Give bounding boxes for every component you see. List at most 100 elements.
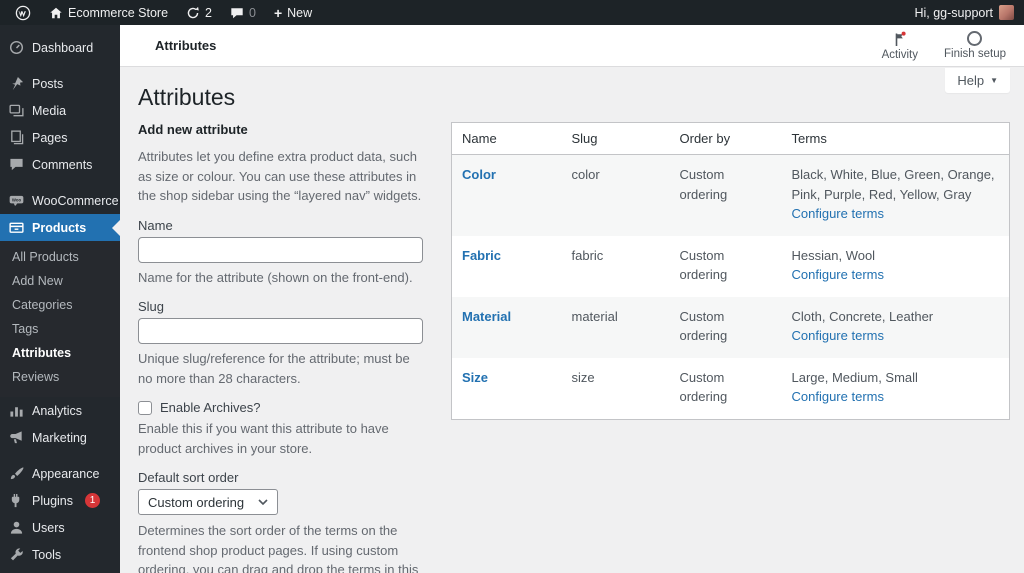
sidebar-item-products[interactable]: Products (0, 214, 120, 241)
activity-button[interactable]: Activity (882, 31, 918, 61)
site-name: Ecommerce Store (68, 5, 169, 20)
updates-count: 2 (205, 5, 212, 20)
sidebar-item-comments[interactable]: Comments (0, 151, 120, 178)
admin-menu: Dashboard Posts Media Pages Comments Woo… (0, 25, 120, 573)
activity-flag-icon (895, 31, 906, 46)
sidebar-item-media[interactable]: Media (0, 97, 120, 124)
archives-help: Enable this if you want this attribute t… (138, 421, 389, 456)
attributes-table: Name Slug Order by Terms Color color Cus… (451, 122, 1010, 420)
updates-indicator[interactable]: 2 (179, 0, 219, 25)
sidebar-item-woocommerce[interactable]: Woo WooCommerce (0, 187, 120, 214)
finish-setup-button[interactable]: Finish setup (944, 30, 1006, 61)
comments-indicator[interactable]: 0 (223, 0, 263, 25)
caret-down-icon: ▼ (990, 76, 998, 85)
sidebar-item-pages[interactable]: Pages (0, 124, 120, 151)
configure-terms-link[interactable]: Configure terms (792, 204, 884, 224)
admin-bar-account[interactable]: Hi, gg-support (914, 5, 1024, 20)
terms-list: Black, White, Blue, Green, Orange, Pink,… (791, 167, 995, 202)
attribute-link[interactable]: Size (462, 370, 488, 385)
admin-bar-left: Ecommerce Store 2 0 + New (0, 0, 914, 25)
attribute-link[interactable]: Material (462, 309, 511, 324)
wordpress-logo-icon[interactable] (8, 0, 38, 25)
attribute-name-input[interactable] (138, 236, 423, 263)
slug-help: Unique slug/reference for the attribute;… (138, 351, 410, 386)
orderby-cell: Custom ordering (679, 167, 728, 202)
setup-progress-ring-icon (967, 30, 983, 46)
enable-archives-label: Enable Archives? (160, 400, 261, 415)
enable-archives-checkbox[interactable] (138, 400, 152, 415)
wrench-icon (10, 548, 23, 561)
table-header-row: Name Slug Order by Terms (451, 122, 1010, 155)
configure-terms-link[interactable]: Configure terms (792, 265, 884, 285)
attribute-link[interactable]: Fabric (462, 248, 501, 263)
sidebar-item-add-new[interactable]: Add New (0, 269, 120, 293)
plugin-icon (11, 493, 20, 508)
brush-icon (10, 467, 24, 480)
slug-cell: fabric (571, 247, 604, 263)
col-header-orderby: Order by (669, 122, 782, 155)
enable-archives-row: Enable Archives? (138, 400, 423, 415)
table-row: Fabric fabric Custom ordering Hessian, W… (452, 236, 1010, 297)
sidebar-item-attributes[interactable]: Attributes (0, 341, 120, 365)
site-menu[interactable]: Ecommerce Store (42, 0, 175, 25)
configure-terms-link[interactable]: Configure terms (792, 326, 884, 346)
slug-cell: material (571, 308, 618, 324)
woocommerce-header: Attributes Activity Finish setup (120, 25, 1024, 67)
media-icon (9, 104, 24, 117)
sidebar-item-appearance[interactable]: Appearance (0, 460, 120, 487)
user-icon (10, 521, 23, 534)
sidebar-item-marketing[interactable]: Marketing (0, 424, 120, 451)
terms-cell: Black, White, Blue, Green, Orange, Pink,… (782, 155, 1010, 236)
orderby-cell: Custom ordering (679, 308, 728, 344)
home-icon (50, 7, 62, 18)
admin-sidebar: Dashboard Posts Media Pages Comments Woo… (0, 25, 120, 573)
attributes-table-wrap: Name Slug Order by Terms Color color Cus… (451, 122, 1010, 420)
help-tab[interactable]: Help ▼ (945, 68, 1010, 93)
table-row: Material material Custom ordering Cloth,… (451, 296, 1010, 358)
comments-icon (10, 158, 23, 171)
sidebar-item-plugins[interactable]: Plugins 1 (0, 487, 120, 514)
breadcrumb: Attributes (155, 38, 217, 53)
svg-text:Woo: Woo (12, 197, 22, 202)
configure-terms-link[interactable]: Configure terms (792, 387, 884, 407)
sidebar-item-reviews[interactable]: Reviews (0, 365, 120, 389)
sidebar-item-analytics[interactable]: Analytics (0, 397, 120, 424)
sidebar-item-tools[interactable]: Tools (0, 541, 120, 568)
terms-cell: Cloth, Concrete, Leather Configure terms (782, 297, 1010, 358)
sidebar-item-users[interactable]: Users (0, 514, 120, 541)
new-label: New (287, 5, 313, 20)
terms-list: Hessian, Wool (791, 247, 876, 263)
header-actions: Activity Finish setup (882, 30, 1006, 61)
terms-cell: Hessian, Wool Configure terms (782, 236, 1010, 297)
sidebar-item-settings[interactable]: Settings (0, 568, 120, 573)
admin-bar: Ecommerce Store 2 0 + New Hi, gg-support (0, 0, 1024, 25)
dashboard-icon (9, 40, 24, 55)
sidebar-item-all-products[interactable]: All Products (0, 245, 120, 269)
terms-list: Cloth, Concrete, Leather (791, 308, 934, 324)
chevron-down-icon (258, 499, 268, 505)
sidebar-item-posts[interactable]: Posts (0, 70, 120, 97)
col-header-slug: Slug (561, 122, 670, 155)
form-heading: Add new attribute (138, 122, 248, 137)
analytics-icon (10, 407, 23, 417)
sort-order-select[interactable]: Custom ordering (138, 489, 279, 515)
sort-order-label: Default sort order (138, 470, 239, 485)
slug-cell: color (571, 167, 600, 182)
megaphone-icon (10, 431, 22, 444)
col-header-name: Name (451, 122, 562, 155)
sidebar-item-dashboard[interactable]: Dashboard (0, 34, 120, 61)
current-menu-arrow (112, 219, 120, 236)
content-area: Attributes Activity Finish setup Help ▼ … (120, 0, 1024, 573)
new-content-button[interactable]: + New (267, 0, 319, 25)
sidebar-item-categories[interactable]: Categories (0, 293, 120, 317)
products-icon (9, 222, 24, 233)
attribute-link[interactable]: Color (462, 167, 496, 182)
orderby-cell: Custom ordering (679, 247, 728, 283)
slug-label: Slug (138, 299, 165, 314)
woocommerce-icon: Woo (9, 195, 24, 206)
plugins-update-badge: 1 (85, 493, 100, 508)
comments-count: 0 (248, 5, 256, 20)
products-submenu: All Products Add New Categories Tags Att… (0, 241, 120, 397)
sidebar-item-tags[interactable]: Tags (0, 317, 120, 341)
attribute-slug-input[interactable] (138, 318, 423, 344)
